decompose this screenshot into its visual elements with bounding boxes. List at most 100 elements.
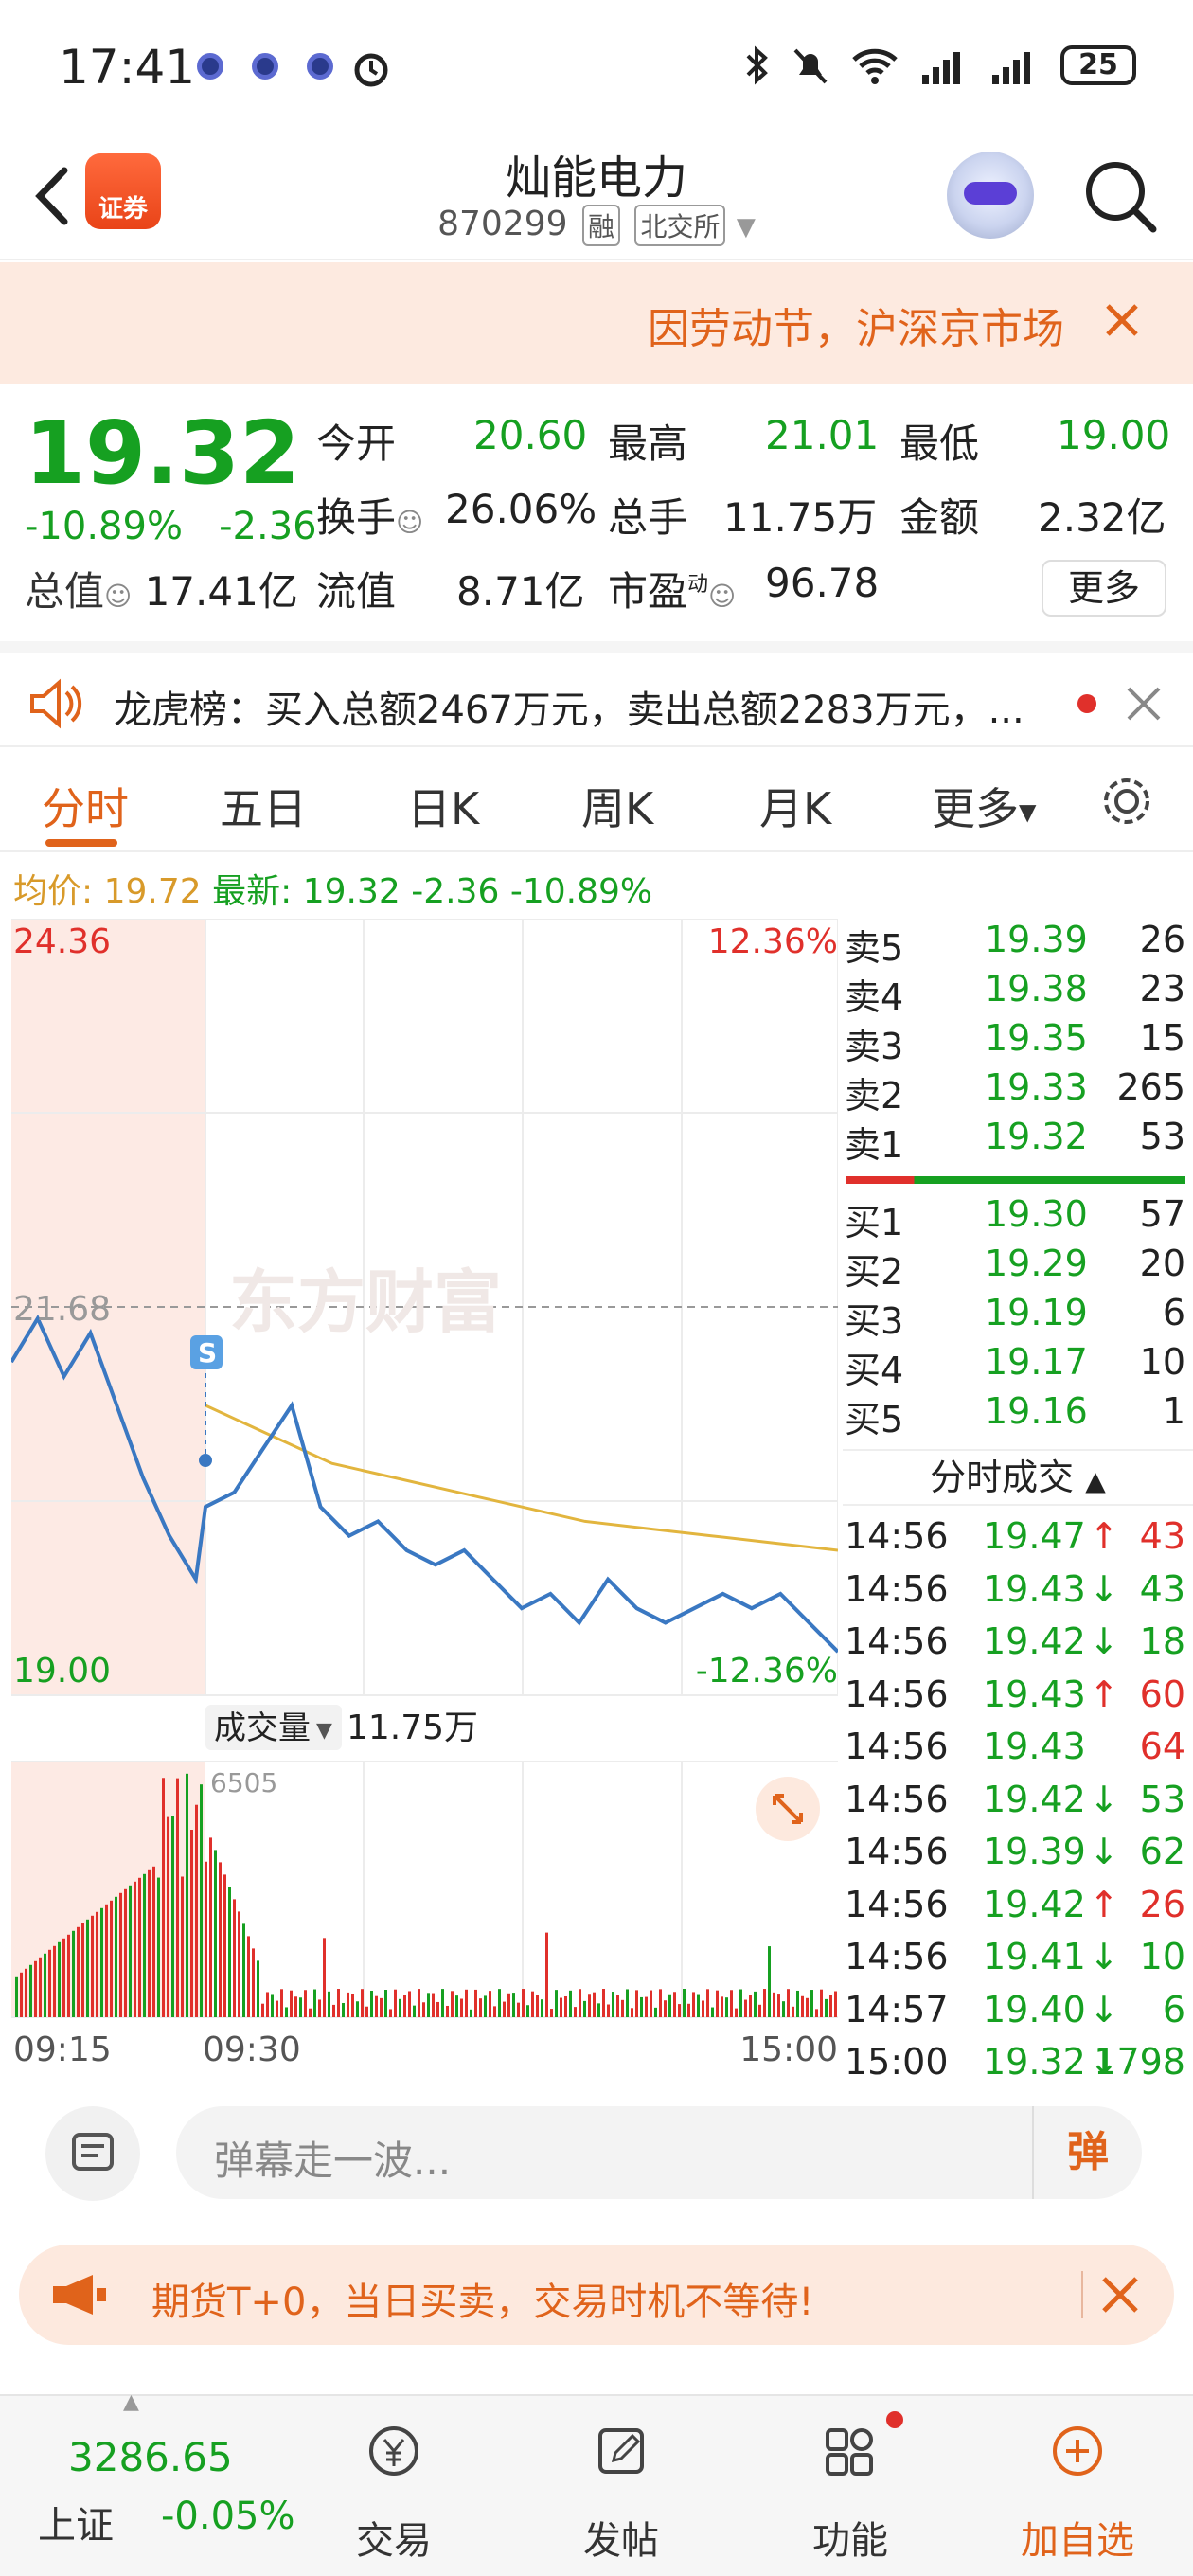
more-button[interactable]: 更多 [1042,560,1166,617]
tab-intraday[interactable]: 分时 [42,775,129,837]
ask-row[interactable]: 卖4 19.38 23 [843,968,1185,1018]
ask-row[interactable]: 卖1 19.32 53 [843,1116,1185,1166]
intraday-chart[interactable]: 东方财富 S 24.36 21.68 19.00 12.36% -12.36% … [11,919,838,2074]
ask-volume: 265 [1116,1066,1185,1108]
volume-bar [650,1990,652,2017]
market-cap: 总值☺ 17.41亿 [25,560,298,617]
latest-percent: -10.89% [509,872,653,911]
volume-bar [143,1873,146,2017]
volume-bar [67,1934,70,2017]
volume-bar [744,1999,747,2017]
danmu-placeholder: 弹幕走一波... [214,2138,452,2184]
volume-bar [384,1990,387,2017]
tick-volume: 26 [1139,1883,1185,1925]
nav-post[interactable]: 发帖 [526,2396,716,2576]
bid-label: 买3 [845,1300,904,1342]
volume-bar [219,1862,222,2017]
tick-row: 14:56 19.39 ↓ 62 [843,1831,1185,1883]
tick-arrow: ↓ [1089,1936,1119,1977]
volume-bar [119,1892,122,2017]
search-icon[interactable] [1079,155,1159,235]
volume-bar [507,1993,510,2017]
bid-row[interactable]: 买2 19.29 20 [843,1243,1185,1293]
volume-bar [171,1816,174,2017]
ask-row[interactable]: 卖3 19.35 15 [843,1017,1185,1067]
holiday-notice[interactable]: 因劳动节，沪深京市场 [0,262,1193,384]
promo-banner[interactable]: 期货T+0，当日买卖，交易时机不等待! [19,2245,1174,2345]
danmu-send-button[interactable]: 弹 [1032,2106,1142,2199]
volume-bar [223,1874,226,2017]
bid-row[interactable]: 买4 19.17 10 [843,1341,1185,1391]
status-bar: 17:41 25 [0,0,1193,133]
tab-more[interactable]: 更多▼ [932,775,1036,837]
nav-functions[interactable]: 功能 [756,2396,945,2576]
volume-bar [309,2008,312,2017]
volume-bar [484,1995,487,2017]
open-value: 20.60 [473,412,588,458]
volume-bar [351,1994,354,2017]
bid-row[interactable]: 买1 19.30 57 [843,1193,1185,1243]
bid-row[interactable]: 买5 19.16 1 [843,1390,1185,1440]
index-name: 上证 [38,2504,114,2548]
gear-icon[interactable] [1098,773,1155,830]
volume-bar [190,1830,193,2017]
tick-price: 19.42 [983,1620,1086,1662]
volume-bar [446,2005,449,2017]
nav-add-watchlist[interactable]: 加自选 [983,2396,1172,2576]
volume-bar [815,2009,818,2017]
change-percent: -10.89% [25,505,183,548]
tab-daily-k[interactable]: 日K [407,775,479,837]
index-ticker[interactable]: ▲ 3286.65 上证 -0.05% [0,2390,312,2576]
price-axis-top: 24.36 [13,922,111,961]
tab-monthly-k[interactable]: 月K [759,775,831,837]
volume-bar [749,1995,752,2017]
close-icon[interactable] [1098,296,1146,344]
volume-bar [616,1995,619,2017]
promo-text: 期货T+0，当日买卖，交易时机不等待! [151,2281,814,2324]
tick-arrow: ↓ [1089,1567,1119,1610]
tick-volume: 60 [1139,1673,1185,1715]
volume-bar [773,1992,775,2017]
price-axis-mid: 21.68 [13,1290,111,1329]
bid-ask-ratio-bar [846,1176,1185,1184]
latest-value: 19.32 [302,872,401,911]
ticks-title[interactable]: 分时成交 ▲ [843,1449,1193,1506]
tick-time: 14:56 [845,1883,949,1925]
volume-bar [91,1915,94,2017]
volume-bar [754,1991,757,2017]
volume-bar [342,2002,345,2017]
volume-bar [436,2001,439,2017]
tab-weekly-k[interactable]: 周K [581,775,653,837]
tick-price: 19.43 [983,1673,1086,1715]
tab-five-day[interactable]: 五日 [220,775,307,837]
volume-bar [441,1989,444,2017]
ask-row[interactable]: 卖5 19.39 26 [843,919,1185,969]
bid-row[interactable]: 买3 19.19 6 [843,1292,1185,1342]
volume-bar [588,1994,591,2017]
tick-time: 14:57 [845,1988,949,2030]
danmu-input[interactable]: 弹幕走一波... 弹 [176,2106,1142,2199]
assistant-robot-icon[interactable] [947,152,1034,239]
nav-trade[interactable]: 交易 [299,2396,489,2576]
volume-bar [81,1923,84,2017]
close-icon[interactable] [1098,2273,1142,2317]
divider [1081,2271,1083,2318]
volume-label: 成交量 [214,1709,311,1747]
volume-bar [810,1990,813,2017]
tick-arrow: ↓ [1089,1620,1119,1662]
volume-bar [115,1896,117,2017]
lhb-banner[interactable]: 龙虎榜：买入总额2467万元，卖出总额2283万元，... [0,641,1193,747]
tick-arrow: ↓ [1089,1778,1119,1820]
ask-label: 卖5 [845,927,904,969]
volume-bar [645,1996,648,2017]
ask-row[interactable]: 卖2 19.33 265 [843,1066,1185,1117]
volume-bar [711,2007,714,2017]
tick-price: 19.47 [983,1515,1086,1557]
float-label: 流值 [316,568,397,615]
danmu-settings-icon[interactable] [45,2106,140,2201]
ask-volume: 23 [1139,968,1185,1010]
close-icon[interactable] [1123,683,1165,724]
bottom-nav: ▲ 3286.65 上证 -0.05% 交易 发帖 功能 加自选 [0,2390,1193,2576]
time-label-end: 15:00 [739,2030,838,2069]
volume-bar [654,2007,657,2017]
